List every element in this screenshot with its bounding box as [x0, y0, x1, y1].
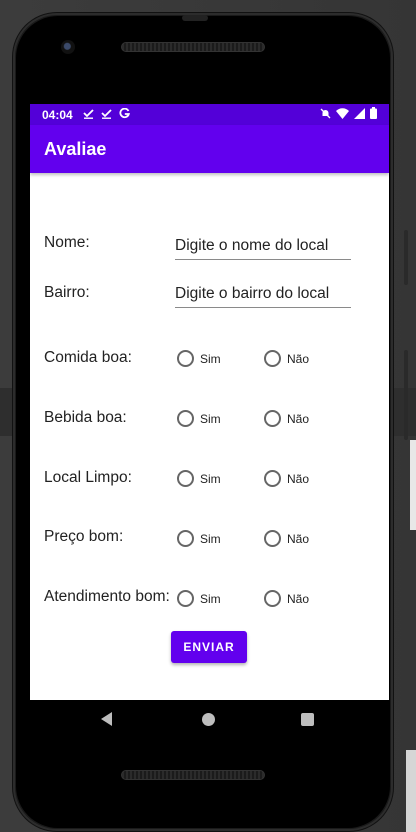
question-label: Atendimento bom:	[44, 588, 170, 605]
question-label: Bebida boa:	[44, 409, 127, 426]
download-done-icon	[83, 108, 94, 122]
status-icons	[320, 107, 377, 122]
radio-nao[interactable]: Não	[264, 410, 309, 427]
power-button	[404, 350, 408, 440]
radio-circle-icon[interactable]	[177, 530, 194, 547]
radio-label: Sim	[200, 591, 221, 606]
radio-label: Não	[287, 471, 310, 486]
radio-circle-icon[interactable]	[177, 410, 194, 427]
bottom-speaker	[121, 770, 265, 780]
question-label: Preço bom:	[44, 528, 124, 545]
wifi-icon	[336, 107, 349, 122]
status-time: 04:04	[42, 107, 73, 122]
radio-label: Não	[287, 411, 310, 426]
front-camera-icon	[61, 40, 75, 54]
volume-button	[404, 230, 408, 285]
desktop-window-edge	[406, 750, 416, 832]
radio-sim[interactable]: Sim	[177, 350, 264, 367]
radio-label: Não	[287, 351, 310, 366]
radio-nao[interactable]: Não	[264, 530, 309, 547]
radio-circle-icon[interactable]	[177, 590, 194, 607]
neighborhood-field[interactable]: Digite o bairro do local	[175, 285, 351, 308]
radio-label: Não	[287, 591, 310, 606]
radio-group-atendimento: Sim Não	[177, 590, 309, 607]
question-label: Local Limpo:	[44, 469, 132, 486]
radio-sim[interactable]: Sim	[177, 590, 264, 607]
status-bar: 04:04	[30, 104, 389, 125]
recents-icon[interactable]	[301, 713, 314, 726]
desktop-window-edge	[410, 440, 416, 530]
radio-nao[interactable]: Não	[264, 350, 309, 367]
radio-sim[interactable]: Sim	[177, 410, 264, 427]
radio-sim[interactable]: Sim	[177, 470, 264, 487]
radio-sim[interactable]: Sim	[177, 530, 264, 547]
question-label: Comida boa:	[44, 349, 132, 366]
download-done-icon	[101, 108, 112, 122]
signal-icon	[354, 107, 365, 122]
radio-label: Sim	[200, 531, 221, 546]
radio-nao[interactable]: Não	[264, 590, 309, 607]
battery-icon	[370, 107, 377, 122]
top-sensor	[182, 15, 208, 21]
radio-circle-icon[interactable]	[264, 410, 281, 427]
back-icon[interactable]	[101, 712, 112, 726]
radio-nao[interactable]: Não	[264, 470, 309, 487]
radio-circle-icon[interactable]	[264, 590, 281, 607]
app-title: Avaliae	[44, 138, 107, 159]
name-label: Nome:	[44, 234, 90, 251]
app-screen: 04:04 Avaliae Nome: Digite o nome do loc…	[30, 104, 389, 700]
radio-circle-icon[interactable]	[264, 350, 281, 367]
radio-group-comida: Sim Não	[177, 350, 309, 367]
navigation-bar	[30, 700, 389, 740]
radio-label: Sim	[200, 351, 221, 366]
radio-label: Sim	[200, 471, 221, 486]
radio-group-preco: Sim Não	[177, 530, 309, 547]
neighborhood-label: Bairro:	[44, 284, 90, 301]
radio-circle-icon[interactable]	[264, 530, 281, 547]
notifications-off-icon	[320, 108, 331, 122]
radio-circle-icon[interactable]	[177, 470, 194, 487]
radio-group-local: Sim Não	[177, 470, 309, 487]
submit-button[interactable]: ENVIAR	[171, 631, 247, 663]
radio-label: Sim	[200, 411, 221, 426]
google-g-icon	[119, 107, 130, 122]
radio-circle-icon[interactable]	[177, 350, 194, 367]
name-field[interactable]: Digite o nome do local	[175, 237, 351, 260]
earpiece-speaker	[121, 42, 265, 52]
radio-label: Não	[287, 531, 310, 546]
radio-circle-icon[interactable]	[264, 470, 281, 487]
home-icon[interactable]	[202, 713, 215, 726]
app-bar: Avaliae	[30, 125, 389, 173]
radio-group-bebida: Sim Não	[177, 410, 309, 427]
